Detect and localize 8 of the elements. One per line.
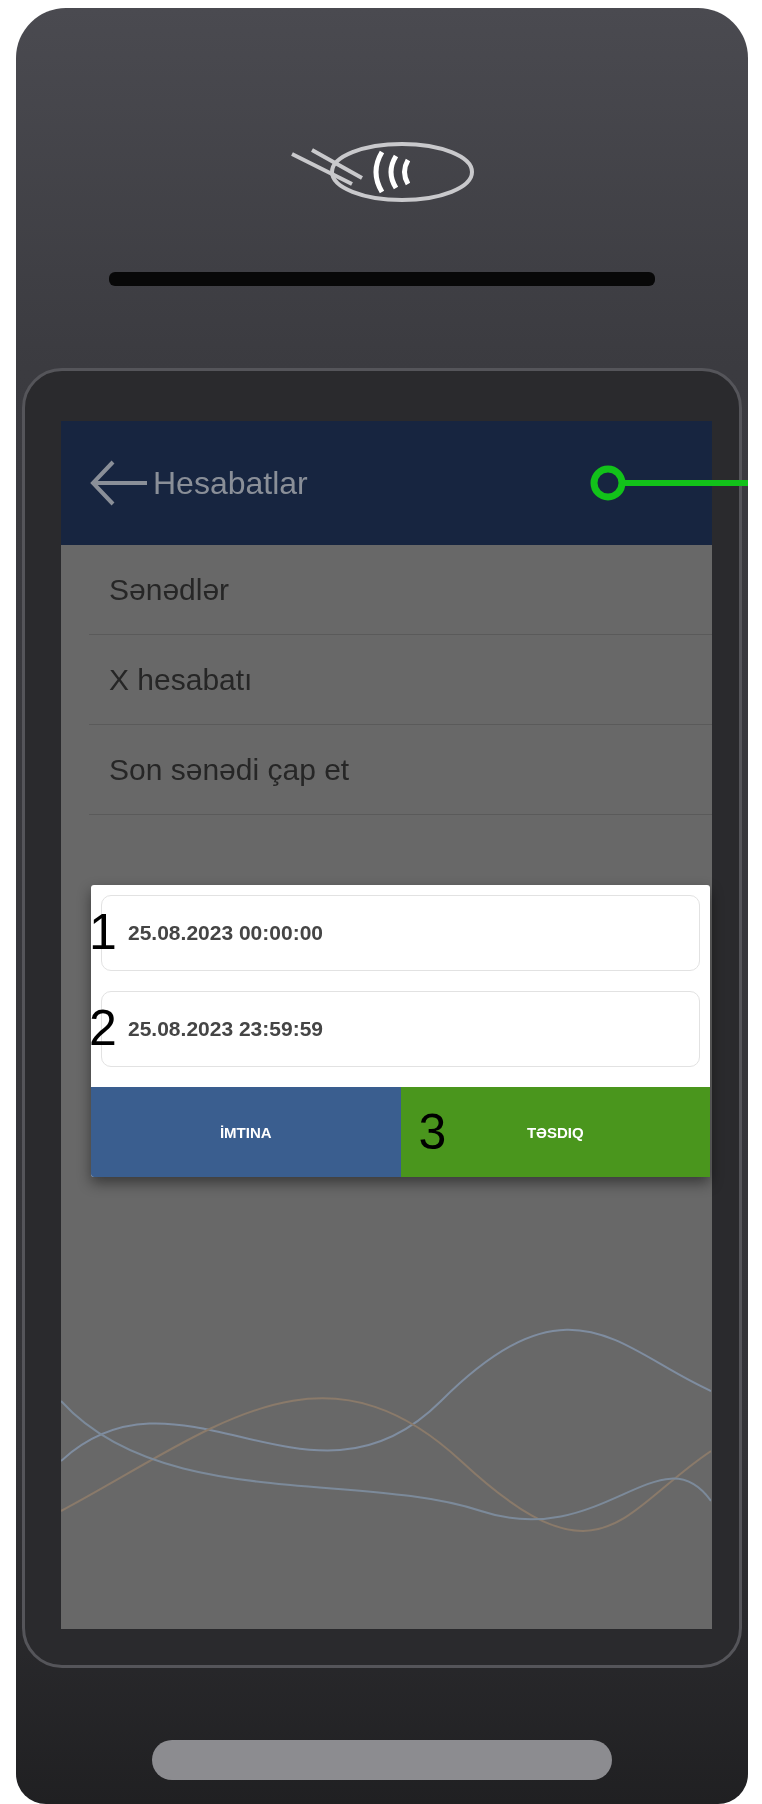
- dialog-button[interactable]: İMTINA: [91, 1087, 401, 1177]
- menu-item[interactable]: X hesabatı: [89, 635, 712, 725]
- menu-item[interactable]: Sənədlər: [89, 545, 712, 635]
- callout-number: 3: [418, 1107, 447, 1157]
- callout-pointer-icon: [588, 463, 748, 503]
- menu-item[interactable]: Son sənədi çap et: [89, 725, 712, 815]
- screen-title: Hesabatlar: [153, 464, 308, 502]
- back-arrow-icon[interactable]: [89, 458, 149, 508]
